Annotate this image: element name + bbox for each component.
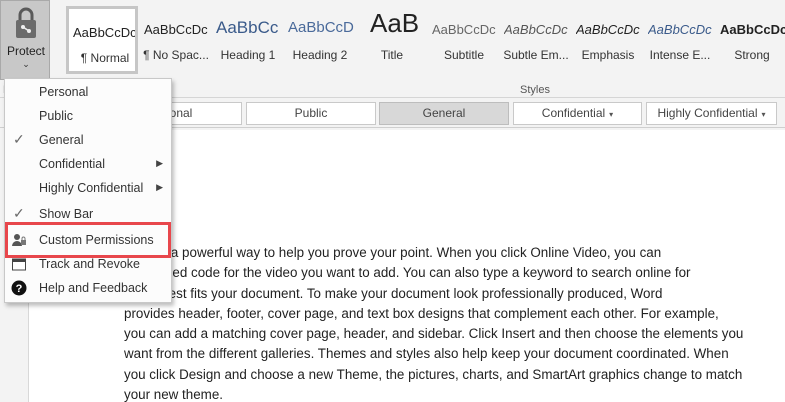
classification-label: Public — [294, 106, 328, 120]
menu-item-label: General — [39, 133, 84, 147]
submenu-arrow-icon: ▶ — [156, 182, 163, 192]
checkmark-icon: ✓ — [13, 131, 25, 147]
style-name: Title — [380, 48, 404, 62]
menu-item-label: Show Bar — [39, 207, 94, 221]
menu-item-show-bar[interactable]: ✓ Show Bar — [5, 203, 171, 227]
style-name: Subtle Em... — [503, 48, 569, 62]
svg-text:?: ? — [16, 283, 23, 295]
style-normal[interactable]: AaBbCcDc ¶ Normal — [66, 6, 138, 74]
style-subtitle[interactable]: AaBbCcDc Subtitle — [428, 6, 500, 74]
protect-label: Protect — [6, 44, 45, 58]
menu-item-general[interactable]: ✓ General — [5, 129, 171, 153]
style-title[interactable]: AaB Title — [356, 6, 428, 74]
menu-item-help-and-feedback[interactable]: ? Help and Feedback — [5, 277, 171, 301]
menu-item-label: Public — [39, 109, 74, 123]
checkmark-icon: ✓ — [13, 205, 25, 221]
menu-item-highly-confidential[interactable]: Highly Confidential ▶ — [5, 177, 171, 201]
menu-item-label: Track and Revoke — [39, 257, 140, 271]
classification-label: Highly Confidential — [657, 106, 758, 120]
style-sample: AaBbCcDc — [144, 22, 208, 37]
style-emphasis[interactable]: AaBbCcDc Emphasis — [572, 6, 644, 74]
user-lock-icon — [12, 234, 26, 246]
style-no-spacing[interactable]: AaBbCcDc ¶ No Spac... — [140, 6, 212, 74]
style-name: Intense E... — [649, 48, 711, 62]
paragraph-line: you can add a matching cover page, heade… — [124, 326, 744, 342]
calendar-icon — [12, 258, 26, 271]
submenu-arrow-icon: ▶ — [156, 158, 163, 168]
style-name: Subtitle — [443, 48, 485, 62]
paragraph-line: rovides a powerful way to help you prove… — [124, 245, 662, 260]
classification-confidential-button[interactable]: Confidential ▾ — [513, 102, 642, 125]
menu-item-label: Confidential — [39, 157, 106, 171]
dropdown-arrow-icon: ▾ — [609, 110, 614, 119]
classification-highly-confidential-button[interactable]: Highly Confidential ▾ — [646, 102, 777, 125]
style-sample: AaBbCcD — [288, 19, 354, 36]
style-sample: AaBbCcDc — [648, 22, 712, 37]
menu-item-custom-permissions[interactable]: Custom Permissions — [5, 229, 171, 253]
style-sample: AaBbCcDc — [73, 25, 137, 40]
style-name: Emphasis — [581, 48, 635, 62]
paragraph-line: want from the different galleries. Theme… — [124, 346, 729, 362]
protect-dropdown-menu: Personal Public ✓ General Confidential ▶… — [4, 78, 172, 303]
menu-item-confidential[interactable]: Confidential ▶ — [5, 153, 171, 177]
menu-item-label: Highly Confidential — [39, 181, 144, 195]
paragraph-line: you click Design and choose a new Theme,… — [124, 366, 743, 382]
style-name: ¶ No Spac... — [143, 48, 209, 62]
help-icon: ? — [11, 280, 27, 296]
style-sample: AaBbCcDc — [432, 22, 496, 37]
style-sample: AaBbCcDc — [504, 22, 568, 37]
styles-gallery: AaBbCcDc ¶ Normal AaBbCcDc ¶ No Spac... … — [66, 6, 785, 80]
style-name: Strong — [734, 48, 770, 62]
paragraph-line: o that best fits your document. To make … — [124, 285, 663, 301]
menu-item-label: Personal — [39, 85, 89, 99]
menu-item-public[interactable]: Public — [5, 105, 171, 129]
style-strong[interactable]: AaBbCcDc Strong — [716, 6, 785, 74]
style-heading-1[interactable]: AaBbCc Heading 1 — [212, 6, 284, 74]
classification-label: Confidential — [541, 106, 606, 120]
style-sample: AaBbCc — [216, 18, 279, 37]
classification-public-button[interactable]: Public — [246, 102, 376, 125]
paragraph-line: your new theme. — [124, 387, 223, 402]
menu-item-label: Custom Permissions — [39, 233, 154, 247]
chevron-down-icon: ⌄ — [22, 59, 30, 69]
style-heading-2[interactable]: AaBbCcD Heading 2 — [284, 6, 356, 74]
style-sample: AaB — [370, 8, 420, 38]
menu-item-personal[interactable]: Personal — [5, 81, 171, 105]
style-intense-emphasis[interactable]: AaBbCcDc Intense E... — [644, 6, 716, 74]
classification-label: General — [422, 106, 466, 120]
lock-icon — [16, 7, 36, 38]
paragraph-line: provides header, footer, cover page, and… — [124, 305, 719, 321]
document-paragraph[interactable]: rovides a powerful way to help you prove… — [124, 243, 785, 402]
dropdown-arrow-icon: ▾ — [761, 110, 766, 119]
menu-item-label: Help and Feedback — [39, 281, 148, 295]
classification-general-button[interactable]: General — [379, 102, 509, 125]
style-name: Heading 1 — [220, 48, 276, 62]
protect-button[interactable]: Protect ⌄ — [0, 0, 50, 80]
style-name: ¶ Normal — [80, 51, 130, 65]
style-subtle-emphasis[interactable]: AaBbCcDc Subtle Em... — [500, 6, 572, 74]
menu-item-track-and-revoke[interactable]: Track and Revoke — [5, 253, 171, 277]
paragraph-line: the embed code for the video you want to… — [124, 265, 691, 281]
style-sample: AaBbCcDc — [720, 22, 785, 37]
word-window: Protect ⌄ P AaBbCcDc ¶ Normal AaBbCcDc ¶… — [0, 0, 785, 402]
style-name: Heading 2 — [292, 48, 348, 62]
style-sample: AaBbCcDc — [576, 22, 640, 37]
